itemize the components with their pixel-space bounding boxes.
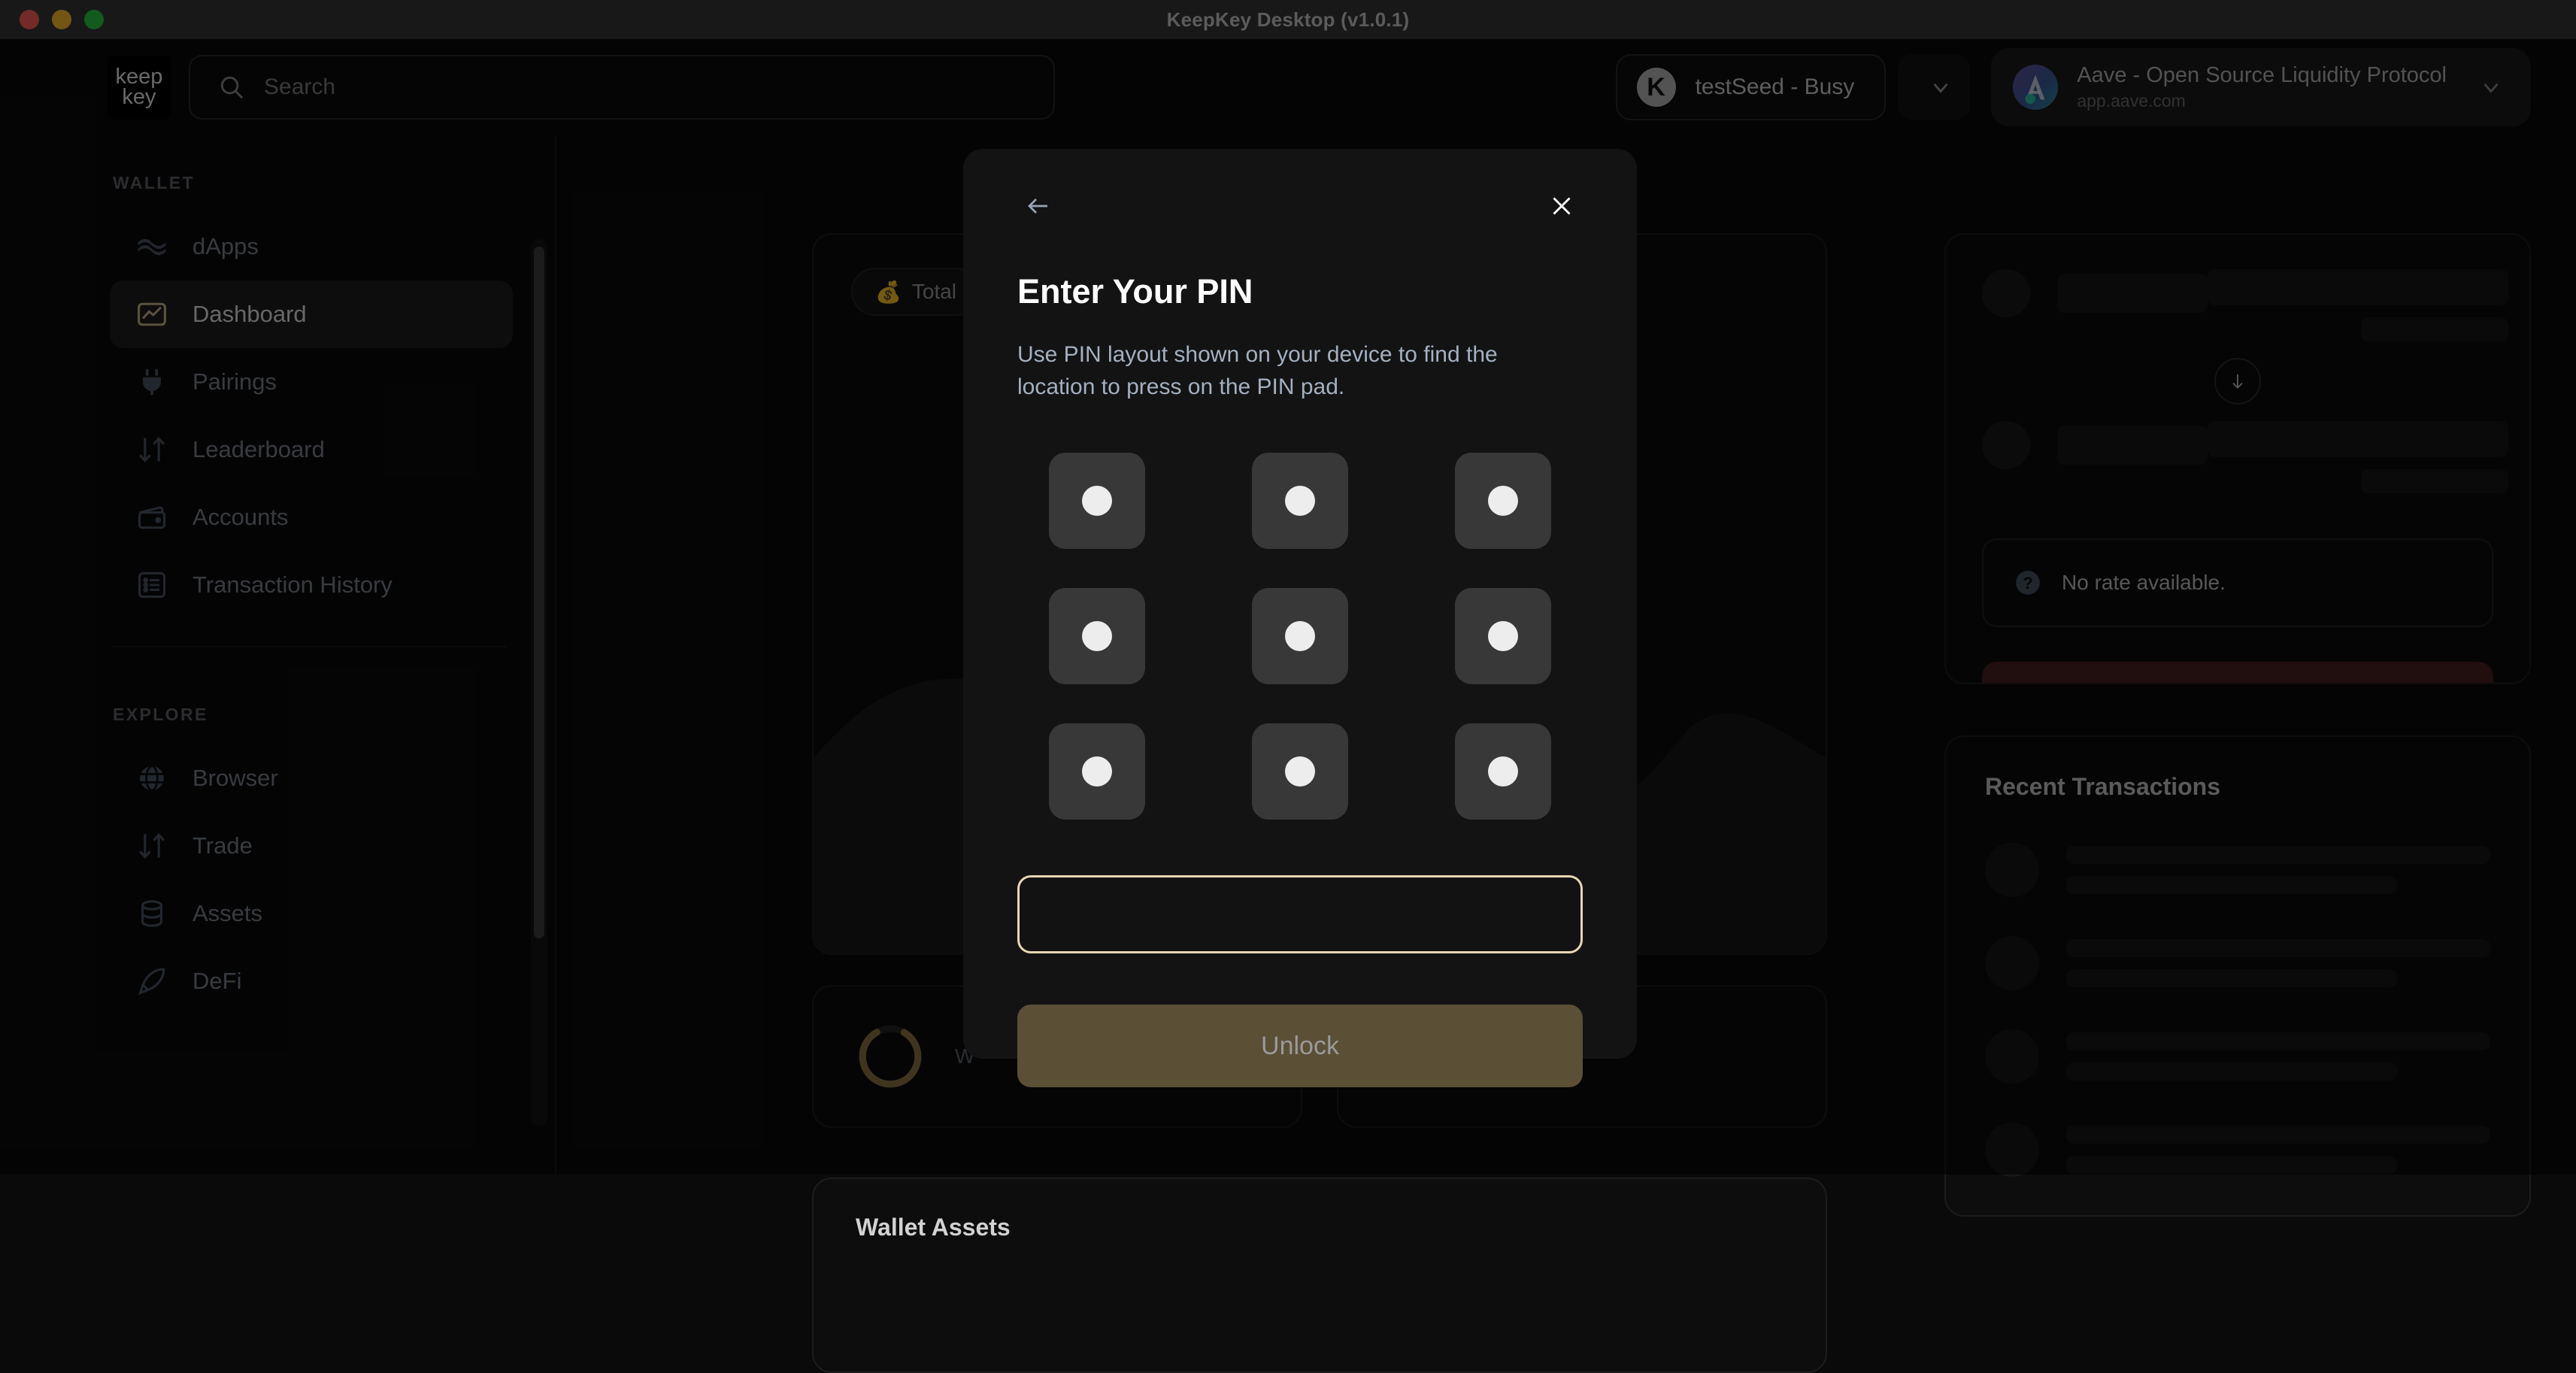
- pin-button-bottom-left[interactable]: [1049, 723, 1145, 820]
- unlock-button[interactable]: Unlock: [1017, 1005, 1583, 1088]
- pin-dot-icon: [1488, 486, 1518, 517]
- pin-pad: [1017, 453, 1583, 820]
- wallet-assets-card: Wallet Assets: [812, 1178, 1827, 1373]
- pin-dot-icon: [1285, 486, 1315, 517]
- pin-dot-icon: [1285, 756, 1315, 787]
- modal-toolbar: [1017, 182, 1583, 230]
- pin-dot-icon: [1082, 621, 1112, 652]
- pin-input[interactable]: [1017, 875, 1583, 954]
- pin-dot-icon: [1488, 621, 1518, 652]
- arrow-left-icon: [1028, 199, 1047, 214]
- pin-dot-icon: [1082, 756, 1112, 787]
- modal-back-button[interactable]: [1017, 185, 1059, 227]
- close-icon: [1553, 197, 1571, 215]
- pin-dot-icon: [1285, 621, 1315, 652]
- pin-button-middle-right[interactable]: [1455, 588, 1551, 685]
- modal-description: Use PIN layout shown on your device to f…: [1017, 342, 1498, 400]
- modal-close-button[interactable]: [1541, 185, 1583, 227]
- pin-button-top-center[interactable]: [1252, 453, 1348, 550]
- pin-button-top-right[interactable]: [1455, 453, 1551, 550]
- pin-button-middle-center[interactable]: [1252, 588, 1348, 685]
- pin-button-top-left[interactable]: [1049, 453, 1145, 550]
- pin-button-bottom-right[interactable]: [1455, 723, 1551, 820]
- wallet-assets-title: Wallet Assets: [856, 1214, 1011, 1241]
- modal-heading: Enter Your PIN: [1017, 272, 1253, 311]
- pin-button-middle-left[interactable]: [1049, 588, 1145, 685]
- pin-dot-icon: [1082, 486, 1112, 517]
- pin-entry-modal: Enter Your PIN Use PIN layout shown on y…: [963, 149, 1637, 1088]
- pin-dot-icon: [1488, 756, 1518, 787]
- pin-button-bottom-center[interactable]: [1252, 723, 1348, 820]
